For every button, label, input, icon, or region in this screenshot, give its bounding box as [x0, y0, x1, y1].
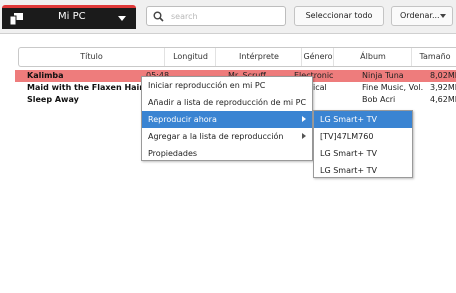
device-icon	[9, 13, 24, 26]
order-dropdown[interactable]: Ordenar...	[391, 6, 453, 26]
menu-item-label: Reproducir ahora	[148, 115, 217, 124]
search-icon	[153, 11, 164, 22]
search-input[interactable]	[171, 9, 281, 23]
column-header-artist[interactable]: Intérprete	[215, 48, 302, 66]
menu-item-properties[interactable]: Propiedades	[142, 145, 312, 162]
submenu-item-device[interactable]: LG Smart+ TV	[314, 145, 412, 162]
order-label: Ordenar...	[400, 11, 440, 20]
column-header-genre[interactable]: Género	[301, 48, 334, 66]
column-header-size[interactable]: Tamaño	[411, 48, 456, 66]
row-size: 8,02MB	[430, 71, 456, 80]
menu-item-add-to-pc-playlist[interactable]: Añadir a lista de reproducción de mi PC	[142, 94, 312, 111]
row-album: Bob Acri	[362, 95, 396, 104]
source-selector[interactable]: Mi PC	[2, 5, 136, 29]
row-title: Sleep Away	[27, 95, 79, 104]
menu-item-play-now[interactable]: Reproducir ahora	[142, 111, 312, 128]
context-menu: Iniciar reproducción en mi PC Añadir a l…	[141, 76, 313, 161]
submenu-item-device[interactable]: [TV]47LM760	[314, 128, 412, 145]
chevron-down-icon	[440, 14, 446, 18]
device-submenu: LG Smart+ TV [TV]47LM760 LG Smart+ TV LG…	[313, 110, 413, 178]
submenu-item-device[interactable]: LG Smart+ TV	[314, 111, 412, 128]
column-header-album[interactable]: Álbum	[333, 48, 412, 66]
top-toolbar: Mi PC Seleccionar todo Ordenar...	[0, 0, 456, 34]
table-header: Título Longitud Intérprete Género Álbum …	[18, 47, 456, 67]
chevron-right-icon	[302, 133, 306, 139]
row-title: Maid with the Flaxen Hair	[27, 83, 144, 92]
column-header-title[interactable]: Título	[19, 48, 164, 66]
row-album: Fine Music, Vol.	[362, 83, 424, 92]
column-header-length[interactable]: Longitud	[164, 48, 216, 66]
submenu-item-device[interactable]: LG Smart+ TV	[314, 162, 412, 179]
row-size: 3,92MB	[430, 83, 456, 92]
search-box[interactable]	[146, 6, 286, 26]
select-all-button[interactable]: Seleccionar todo	[294, 6, 384, 26]
menu-item-play-on-pc[interactable]: Iniciar reproducción en mi PC	[142, 77, 312, 94]
row-album: Ninja Tuna	[362, 71, 404, 80]
chevron-right-icon	[302, 116, 306, 122]
menu-item-add-to-playlist[interactable]: Agregar a la lista de reproducción	[142, 128, 312, 145]
chevron-down-icon	[118, 16, 126, 21]
source-label: Mi PC	[58, 11, 86, 22]
row-title: Kalimba	[27, 71, 64, 80]
row-genre: ical	[313, 83, 327, 92]
menu-item-label: Agregar a la lista de reproducción	[148, 132, 284, 141]
row-size: 4,62MB	[430, 95, 456, 104]
